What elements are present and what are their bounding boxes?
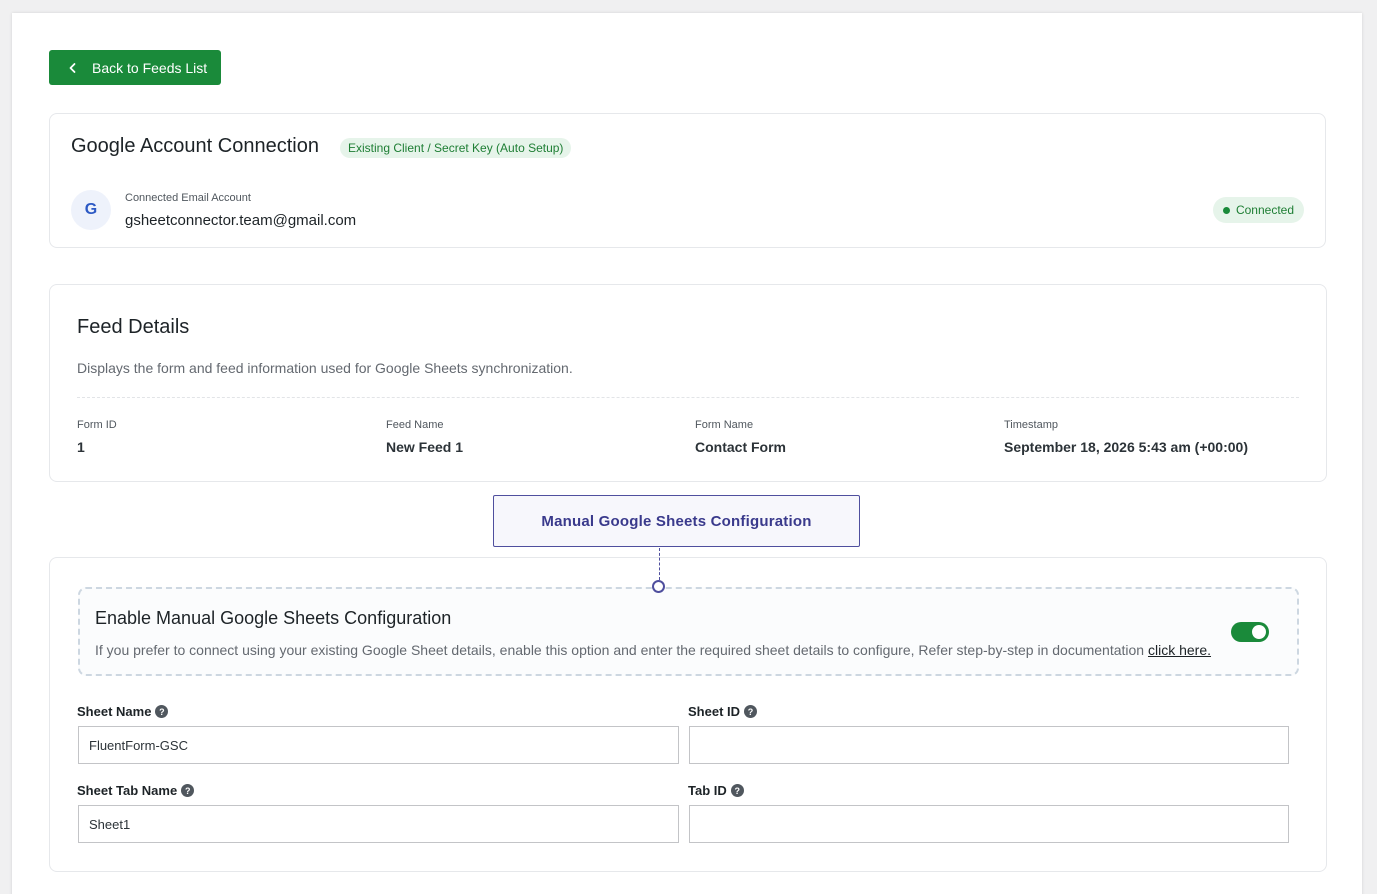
divider	[77, 397, 1299, 398]
connection-status-badge: Connected	[1212, 197, 1304, 223]
tab-id-label-text: Tab ID	[688, 783, 727, 798]
enable-manual-config-box: Enable Manual Google Sheets Configuratio…	[78, 587, 1299, 676]
email-label: Connected Email Account	[125, 192, 251, 204]
enable-manual-config-title: Enable Manual Google Sheets Configuratio…	[95, 608, 452, 628]
sheet-id-label-text: Sheet ID	[688, 704, 741, 719]
feed-details-card: Feed Details Displays the form and feed …	[49, 284, 1327, 482]
google-account-title: Google Account Connection	[71, 135, 319, 157]
question-circle-icon[interactable]: ?	[181, 784, 195, 797]
question-circle-icon[interactable]: ?	[744, 705, 758, 718]
form-id-label: Form ID	[77, 419, 117, 431]
form-name-field: Form Name Contact Form	[695, 419, 786, 455]
connected-email: gsheetconnector.team@gmail.com	[125, 212, 357, 229]
form-id-value: 1	[77, 439, 85, 455]
sheet-name-label: Sheet Name ?	[77, 704, 169, 719]
status-dot-icon	[1222, 206, 1230, 214]
feed-name-field: Feed Name New Feed 1	[386, 419, 463, 455]
timestamp-field: Timestamp September 18, 2026 5:43 am (+0…	[1004, 419, 1248, 455]
documentation-link[interactable]: click here.	[1148, 642, 1211, 658]
connector-line	[659, 548, 660, 580]
connector-dot	[652, 580, 665, 593]
sheet-name-label-text: Sheet Name	[77, 704, 152, 719]
back-to-feeds-button[interactable]: Back to Feeds List	[49, 50, 221, 85]
feed-name-label: Feed Name	[386, 419, 444, 431]
toggle-knob	[1252, 625, 1266, 639]
timestamp-value: September 18, 2026 5:43 am (+00:00)	[1004, 439, 1248, 455]
sheet-tab-name-input[interactable]	[78, 805, 679, 843]
chevron-left-icon	[67, 60, 83, 76]
sheet-id-input[interactable]	[689, 726, 1289, 764]
form-id-field: Form ID 1	[77, 419, 117, 455]
question-circle-icon[interactable]: ?	[730, 784, 744, 797]
sheet-name-input[interactable]	[78, 726, 679, 764]
form-name-label: Form Name	[695, 419, 754, 431]
sheet-id-label: Sheet ID ?	[688, 704, 758, 719]
account-avatar: G	[71, 190, 111, 230]
setup-mode-badge: Existing Client / Secret Key (Auto Setup…	[340, 138, 572, 158]
feed-name-value: New Feed 1	[386, 439, 464, 455]
enable-manual-config-toggle[interactable]	[1231, 622, 1269, 642]
enable-manual-config-description: If you prefer to connect using your exis…	[95, 642, 1211, 658]
form-name-value: Contact Form	[695, 439, 786, 455]
sheet-tab-name-label: Sheet Tab Name ?	[77, 783, 195, 798]
enable-description-text: If you prefer to connect using your exis…	[95, 642, 1145, 658]
timestamp-label: Timestamp	[1004, 419, 1058, 431]
sheet-tab-name-label-text: Sheet Tab Name	[77, 783, 178, 798]
manual-config-card: Enable Manual Google Sheets Configuratio…	[49, 557, 1327, 872]
tab-id-input[interactable]	[689, 805, 1289, 843]
tab-id-label: Tab ID ?	[688, 783, 744, 798]
connection-status-label: Connected	[1235, 203, 1294, 217]
back-button-label: Back to Feeds List	[92, 59, 208, 76]
feed-details-description: Displays the form and feed information u…	[77, 360, 573, 376]
main-page: Back to Feeds List Google Account Connec…	[12, 13, 1362, 894]
manual-config-tab[interactable]: Manual Google Sheets Configuration	[493, 495, 860, 547]
question-circle-icon[interactable]: ?	[155, 705, 169, 718]
google-account-card: Google Account Connection Existing Clien…	[49, 113, 1326, 248]
feed-details-title: Feed Details	[77, 316, 190, 338]
